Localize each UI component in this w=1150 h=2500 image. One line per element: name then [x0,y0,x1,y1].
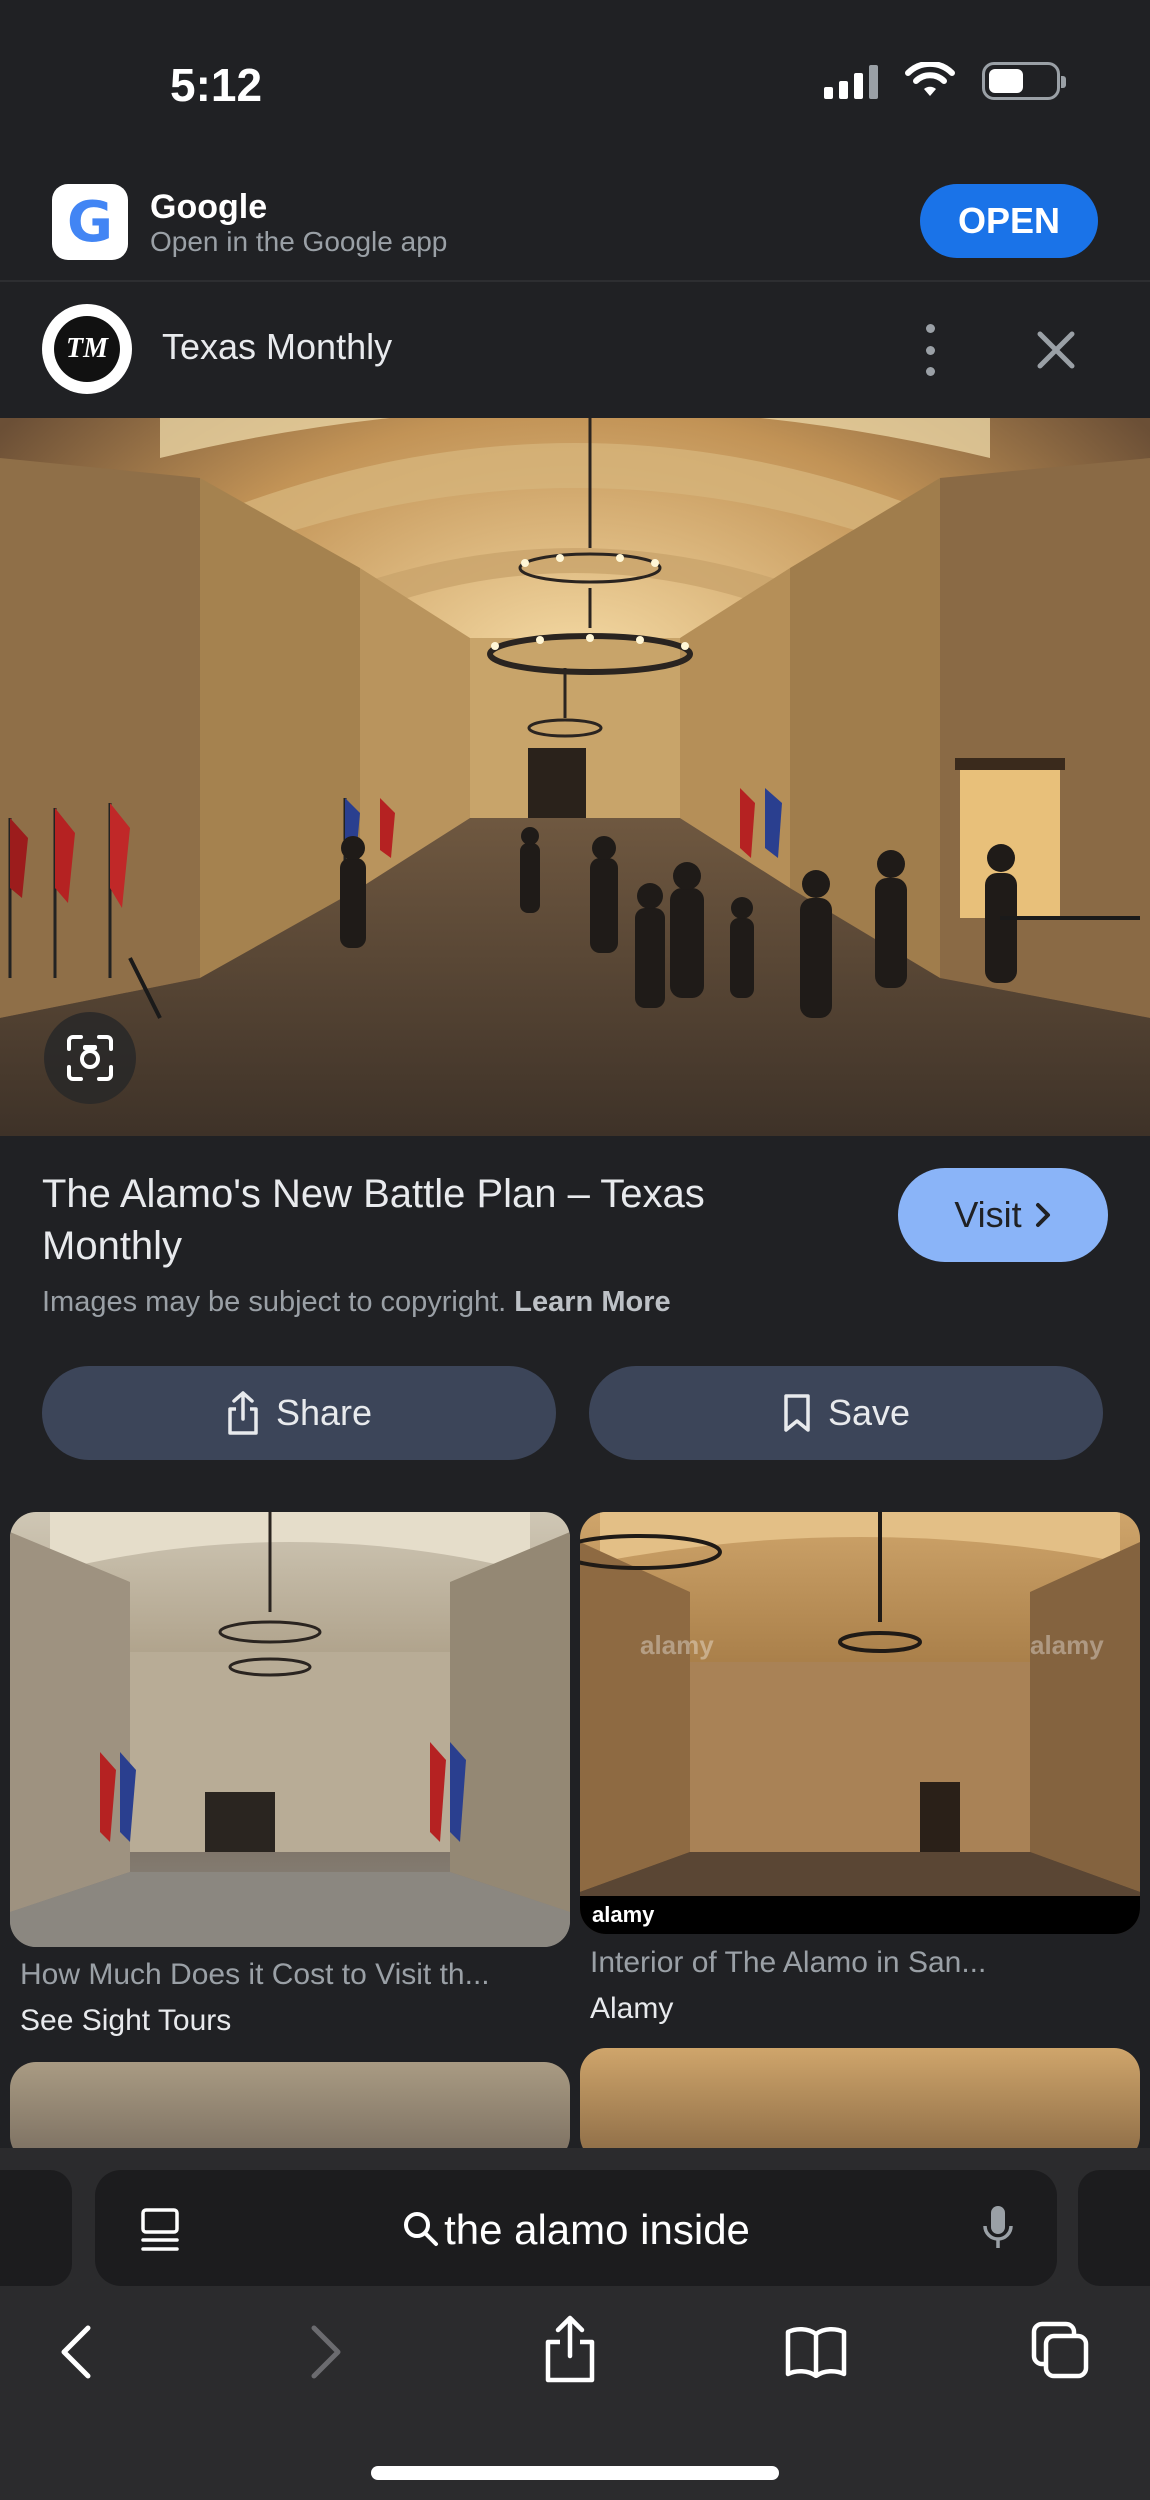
next-tab-peek[interactable] [1078,2170,1150,2286]
share-icon[interactable] [542,2314,598,2384]
chevron-right-icon [1035,1203,1050,1227]
battery-icon [982,62,1066,100]
address-query: the alamo inside [444,2206,750,2253]
learn-more-link[interactable]: Learn More [514,1286,670,1318]
source-name[interactable]: Texas Monthly [162,326,392,368]
bookmark-icon [784,1394,810,1432]
address-bar[interactable]: the alamo inside [95,2170,1057,2286]
alamy-logo-text: alamy [592,1902,655,1927]
texas-monthly-logo: TM [42,304,132,394]
share-icon [228,1391,258,1435]
banner-app-name: Google [150,188,268,226]
related-source-1: See Sight Tours [20,2004,232,2037]
google-logo-icon: G [52,184,128,260]
lens-camera-icon [67,1035,113,1081]
watermark-text: alamy [640,1630,714,1660]
more-options-icon[interactable] [918,324,942,376]
status-bar: 5:12 [0,0,1150,170]
related-title-1[interactable]: How Much Does it Cost to Visit th... [20,1958,490,1992]
related-image-2[interactable]: alamy alamy alamy [580,1512,1140,1934]
bookmarks-icon[interactable] [784,2324,848,2378]
save-label: Save [827,1392,911,1433]
open-app-button[interactable]: OPEN [920,184,1098,258]
share-button[interactable]: Share [42,1366,556,1460]
open-in-app-banner: G Google Open in the Google app OPEN [0,170,1150,282]
google-lens-button[interactable] [44,1012,136,1104]
visit-button[interactable]: Visit [898,1168,1108,1262]
address-text[interactable]: the alamo inside [95,2206,1057,2254]
related-image-1[interactable] [10,1512,570,1947]
related-image-1-illustration [10,1512,570,1947]
microphone-icon[interactable] [981,2204,1015,2252]
related-title-2[interactable]: Interior of The Alamo in San... [590,1946,986,1980]
alamy-watermark-bar: alamy [580,1896,1140,1934]
copyright-text: Images may be subject to copyright. [42,1286,507,1318]
back-icon[interactable] [56,2322,96,2382]
copyright-notice: Images may be subject to copyright. Lear… [42,1286,671,1319]
tabs-icon[interactable] [1030,2320,1092,2382]
previous-tab-peek[interactable] [0,2170,72,2286]
close-icon[interactable] [1032,326,1080,374]
wifi-icon [905,62,955,96]
status-icons [824,62,1066,100]
cellular-signal-icon [824,63,878,99]
save-button[interactable]: Save [589,1366,1103,1460]
related-image-3[interactable] [10,2062,570,2162]
source-header: TM Texas Monthly [0,282,1150,418]
related-image-4[interactable] [580,2048,1140,2162]
visit-label: Visit [954,1194,1022,1235]
watermark-text: alamy [1030,1630,1104,1660]
alamo-interior-illustration [0,418,1150,1136]
search-icon [404,2212,439,2246]
browser-bottom-bar: the alamo inside [0,2148,1150,2500]
google-logo-letter: G [67,189,113,255]
share-label: Share [275,1392,373,1433]
related-source-2: Alamy [590,1992,674,2025]
hero-image[interactable] [0,418,1150,1136]
related-image-2-illustration [580,1512,1140,1896]
result-title[interactable]: The Alamo's New Battle Plan – Texas Mont… [42,1168,802,1272]
home-indicator[interactable] [371,2466,779,2480]
forward-icon[interactable] [306,2322,346,2382]
banner-subtitle: Open in the Google app [150,226,448,257]
texas-monthly-logo-text: TM [54,316,120,382]
status-time: 5:12 [170,59,263,111]
